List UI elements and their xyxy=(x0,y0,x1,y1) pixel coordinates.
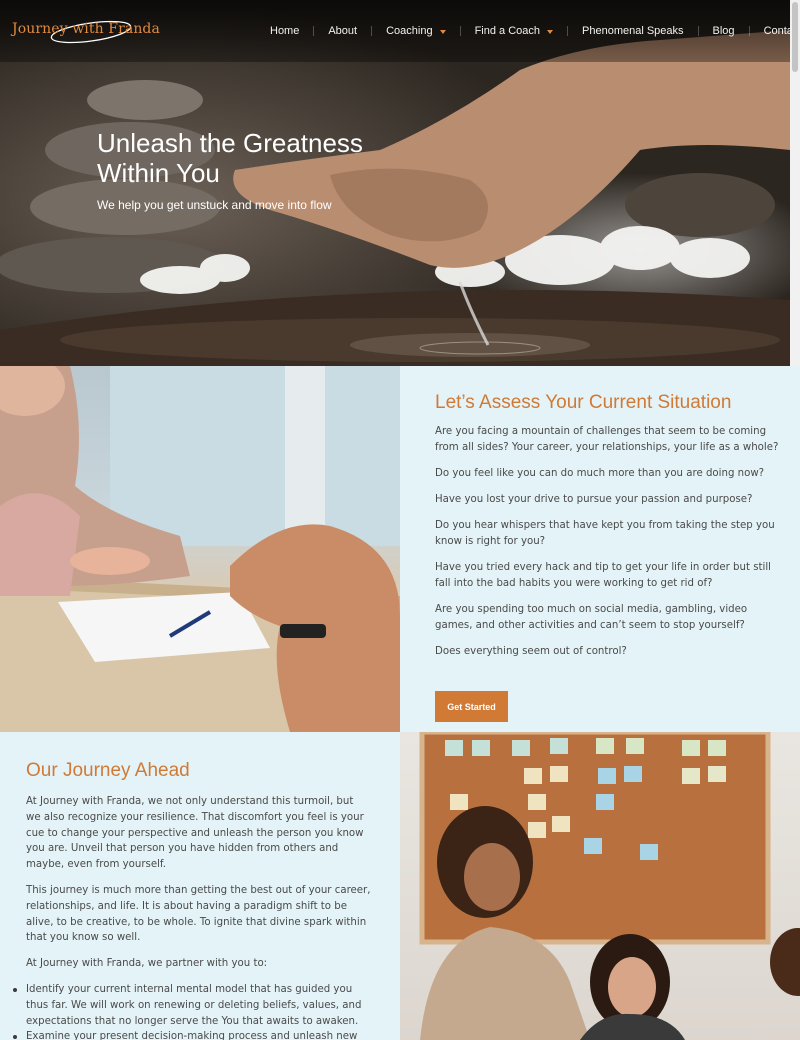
scrollbar-thumb[interactable] xyxy=(792,2,798,72)
nav-divider xyxy=(697,26,699,36)
nav-label: Coaching xyxy=(386,25,433,37)
nav-item-find-a-coach[interactable]: Find a Coach xyxy=(474,25,554,37)
list-item: Identify your current internal mental mo… xyxy=(13,982,371,1029)
team-photo xyxy=(400,732,800,1040)
question-text: Are you facing a mountain of challenges … xyxy=(435,426,779,453)
nav-item-blog[interactable]: Blog xyxy=(713,25,735,37)
team-image xyxy=(419,732,800,1040)
nav-item-contact[interactable]: Contact xyxy=(764,25,790,37)
journey-body: At Journey with Franda, we not only unde… xyxy=(13,794,371,1040)
journey-paragraph: At Journey with Franda, we not only unde… xyxy=(26,796,364,871)
journey-bullet-list: Identify your current internal mental mo… xyxy=(13,982,371,1040)
nav-label: Find a Coach xyxy=(474,25,541,37)
hero-banner: Journey with Franda Home About Coaching … xyxy=(0,0,790,366)
nav-item-home[interactable]: Home xyxy=(270,25,299,37)
chevron-down-icon xyxy=(547,29,554,34)
logo-text: Journey with Franda xyxy=(12,21,160,37)
question-text: Have you tried every hack and tip to get… xyxy=(435,562,771,589)
get-started-button[interactable]: Get Started xyxy=(435,691,508,722)
journey-paragraph: At Journey with Franda, we partner with … xyxy=(26,958,268,970)
journey-section: Our Journey Ahead At Journey with Franda… xyxy=(0,732,400,1040)
main-nav: Home About Coaching Find a Coach Phenome… xyxy=(270,22,790,40)
chevron-down-icon xyxy=(439,29,446,34)
nav-label: Contact xyxy=(763,25,790,37)
consultation-image xyxy=(0,366,400,732)
nav-item-coaching[interactable]: Coaching xyxy=(386,25,446,37)
question-text: Does everything seem out of control? xyxy=(435,646,627,657)
nav-divider xyxy=(459,26,461,36)
nav-divider xyxy=(313,26,315,36)
nav-label: Home xyxy=(270,25,300,37)
hero-title: Unleash the Greatness Within You xyxy=(97,128,363,188)
list-item: Examine your present decision-making pro… xyxy=(13,1029,371,1040)
site-logo[interactable]: Journey with Franda xyxy=(12,16,162,46)
assess-questions: Are you facing a mountain of challenges … xyxy=(435,424,780,670)
assess-section: Let’s Assess Your Current Situation Are … xyxy=(400,366,800,732)
nav-divider xyxy=(748,26,750,36)
question-text: Do you feel like you can do much more th… xyxy=(435,468,765,479)
nav-divider xyxy=(567,26,569,36)
question-text: Do you hear whispers that have kept you … xyxy=(435,520,775,547)
question-text: Have you lost your drive to pursue your … xyxy=(435,494,753,505)
consultation-photo xyxy=(0,366,400,732)
question-text: Are you spending too much on social medi… xyxy=(435,604,748,631)
nav-divider xyxy=(371,26,373,36)
journey-heading: Our Journey Ahead xyxy=(26,760,190,781)
nav-label: Phenomenal Speaks xyxy=(582,25,684,37)
nav-label: Blog xyxy=(712,25,735,37)
nav-label: About xyxy=(328,25,358,37)
hero-subtitle: We help you get unstuck and move into fl… xyxy=(97,198,332,212)
nav-item-phenomenal-speaks[interactable]: Phenomenal Speaks xyxy=(582,25,684,37)
assess-heading: Let’s Assess Your Current Situation xyxy=(435,392,732,413)
journey-paragraph: This journey is much more than getting t… xyxy=(26,884,371,944)
nav-item-about[interactable]: About xyxy=(328,25,357,37)
